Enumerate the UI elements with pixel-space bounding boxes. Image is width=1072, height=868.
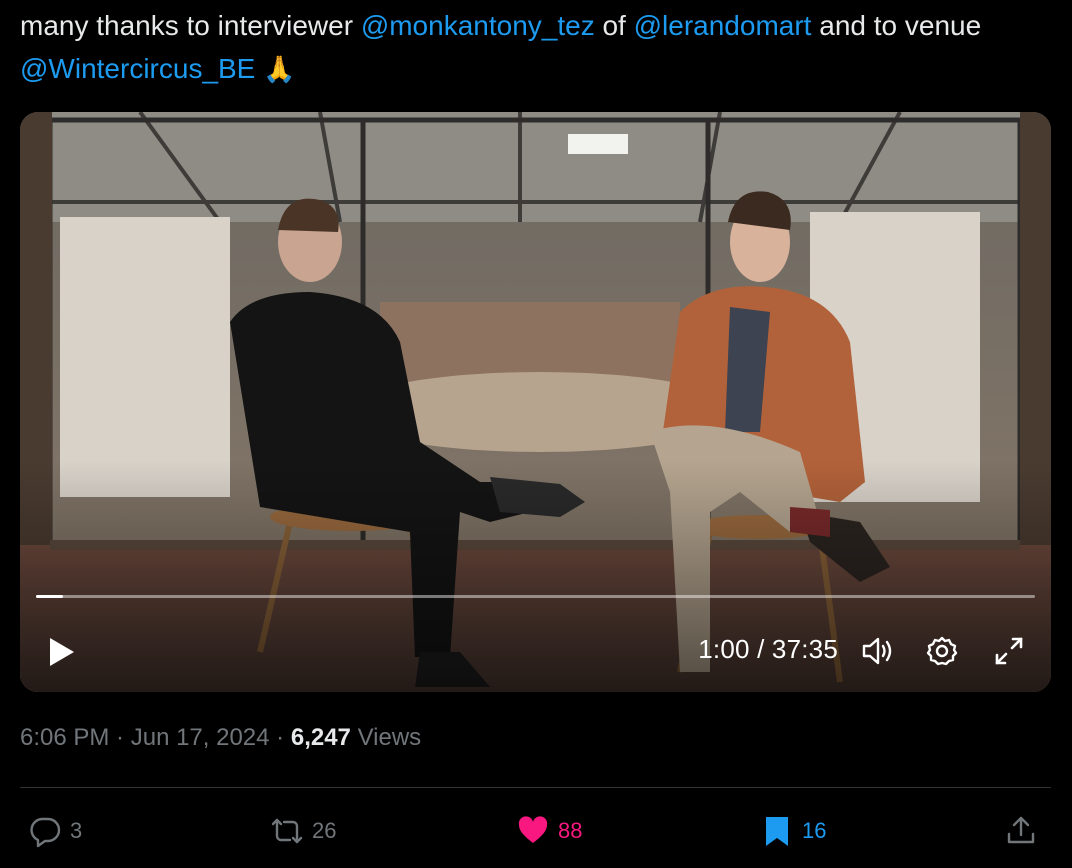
progress-bar[interactable] <box>36 595 1035 598</box>
video-player[interactable]: 1:00 / 37:35 <box>20 112 1051 692</box>
like-button[interactable]: 88 <box>516 806 582 856</box>
volume-button[interactable] <box>858 633 894 669</box>
mention-link-lerandomart[interactable]: @lerandomart <box>634 10 812 41</box>
progress-fill <box>36 595 63 598</box>
play-button[interactable] <box>44 633 78 671</box>
mention-link-monkantony[interactable]: @monkantony_tez <box>361 10 595 41</box>
views-label: Views <box>350 724 422 751</box>
reply-button[interactable]: 3 <box>28 806 82 856</box>
reply-icon <box>30 817 61 848</box>
tweet-text-part: of <box>594 10 634 41</box>
tweet-text: many thanks to interviewer @monkantony_t… <box>20 4 1050 92</box>
heart-icon <box>518 816 548 843</box>
mention-link-wintercircus[interactable]: @Wintercircus_BE <box>20 53 255 84</box>
tweet-date[interactable]: Jun 17, 2024 <box>131 724 270 751</box>
like-count: 88 <box>558 818 583 843</box>
share-icon <box>1007 816 1035 844</box>
bookmark-icon <box>766 817 788 846</box>
divider <box>20 787 1051 788</box>
tweet-meta: 6:06 PM · Jun 17, 2024 · 6,247 Views <box>20 724 421 752</box>
meta-separator: · <box>269 724 291 751</box>
repost-count: 26 <box>312 818 337 843</box>
action-bar: 3 26 88 16 <box>0 806 1072 856</box>
tweet-text-part: and to venue <box>811 10 982 41</box>
views-count: 6,247 <box>290 724 351 751</box>
tweet-text-part: many thanks to interviewer <box>20 10 361 41</box>
video-frame <box>20 112 1051 692</box>
bookmark-count: 16 <box>802 818 827 843</box>
bookmark-button[interactable]: 16 <box>760 806 826 856</box>
folded-hands-emoji: 🙏 <box>263 55 296 85</box>
repost-button[interactable]: 26 <box>270 806 336 856</box>
reply-count: 3 <box>70 818 83 843</box>
repost-icon <box>271 818 303 844</box>
fullscreen-button[interactable] <box>991 633 1027 669</box>
tweet-time[interactable]: 6:06 PM <box>20 724 109 751</box>
meta-separator: · <box>109 724 131 751</box>
settings-button[interactable] <box>924 633 960 669</box>
play-icon <box>50 638 74 666</box>
fullscreen-icon <box>995 637 1023 665</box>
settings-icon <box>926 636 958 666</box>
volume-icon <box>862 637 892 665</box>
time-display: 1:00 / 37:35 <box>698 634 838 664</box>
share-button[interactable] <box>1004 806 1046 856</box>
